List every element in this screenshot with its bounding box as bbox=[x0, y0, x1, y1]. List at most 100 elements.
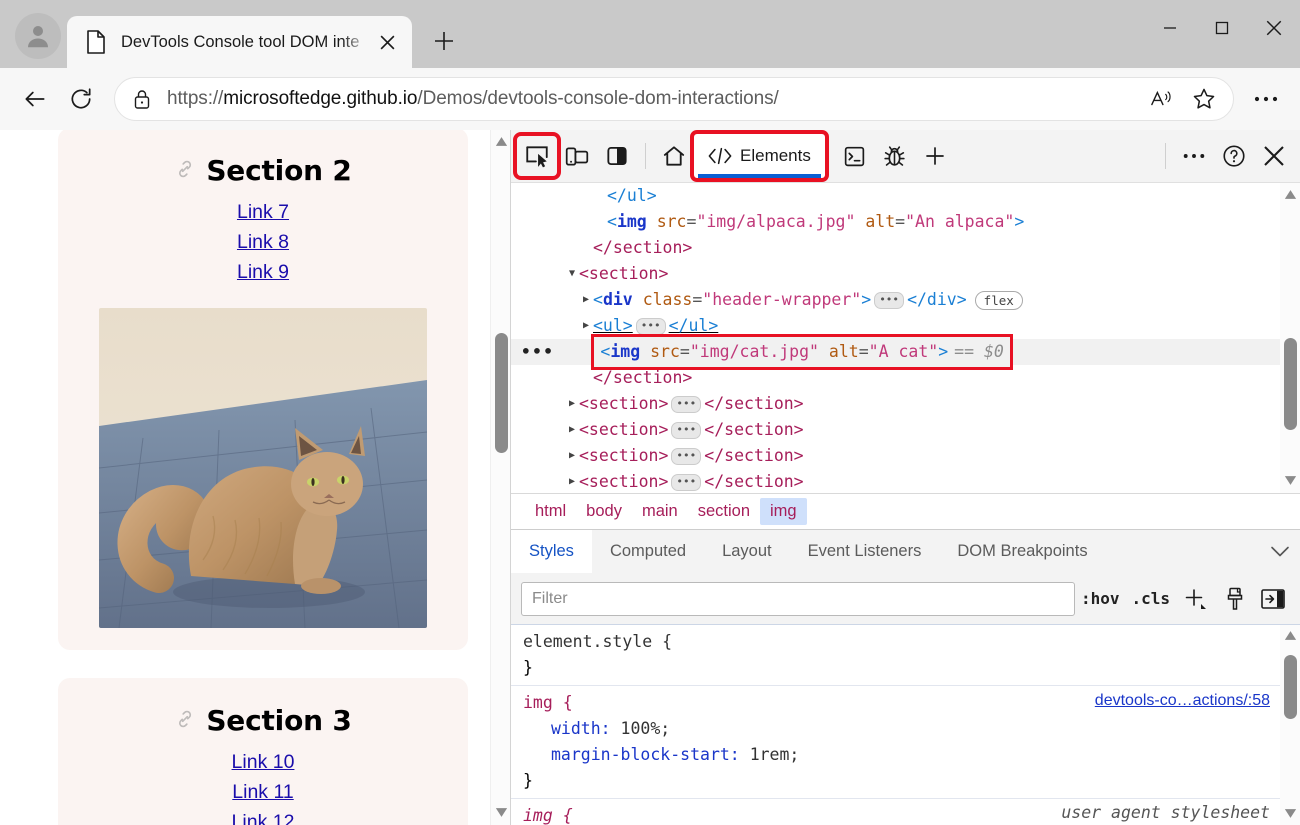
scrollbar-thumb[interactable] bbox=[495, 333, 508, 453]
breadcrumb[interactable]: htmlbodymainsectionimg bbox=[511, 493, 1300, 529]
devtools-help-button[interactable] bbox=[1214, 136, 1254, 176]
devtools-home-button[interactable] bbox=[654, 136, 694, 176]
pane-tab-event-listeners[interactable]: Event Listeners bbox=[790, 530, 940, 574]
pane-tab-styles[interactable]: Styles bbox=[511, 530, 592, 574]
new-tab-button[interactable] bbox=[424, 21, 464, 61]
styles-scrollbar[interactable] bbox=[1280, 625, 1300, 825]
tab-elements[interactable]: Elements bbox=[694, 134, 825, 178]
styles-pane[interactable]: element.style {} img { devtools-co…actions… bbox=[511, 625, 1300, 825]
css-selector[interactable]: img { bbox=[523, 693, 573, 712]
css-declaration[interactable]: margin-block-start: 1rem; bbox=[523, 742, 1300, 768]
computed-styles-sidebar-button[interactable] bbox=[1254, 579, 1292, 619]
css-rule[interactable]: element.style {} bbox=[511, 625, 1300, 686]
expand-toggle-icon[interactable]: ▶ bbox=[565, 443, 579, 469]
pane-tab-layout[interactable]: Layout bbox=[704, 530, 790, 574]
browser-settings-button[interactable] bbox=[1244, 77, 1288, 121]
dom-tree-row[interactable]: ▶<section>•••</section> bbox=[511, 391, 1280, 417]
scroll-up-arrow[interactable] bbox=[1280, 625, 1300, 645]
page-link[interactable]: Link 10 bbox=[68, 751, 458, 774]
page-link[interactable]: Link 7 bbox=[68, 201, 458, 224]
tab-sources[interactable] bbox=[875, 136, 915, 176]
scroll-up-arrow[interactable] bbox=[1280, 183, 1300, 205]
breadcrumb-item-html[interactable]: html bbox=[525, 498, 576, 525]
inspect-element-button[interactable] bbox=[517, 136, 557, 176]
scroll-down-arrow[interactable] bbox=[1280, 803, 1300, 823]
scroll-down-arrow[interactable] bbox=[1280, 469, 1300, 491]
css-rule[interactable]: img { devtools-co…actions/:58 width: 100%;… bbox=[511, 686, 1300, 799]
favorite-button[interactable] bbox=[1183, 78, 1225, 120]
window-maximize-button[interactable] bbox=[1196, 0, 1248, 56]
profile-avatar-button[interactable] bbox=[15, 13, 61, 59]
css-selector[interactable]: img { bbox=[523, 806, 573, 825]
more-tools-button[interactable] bbox=[915, 136, 955, 176]
link-anchor-icon[interactable] bbox=[174, 154, 196, 187]
row-overflow-dots[interactable]: ••• bbox=[521, 339, 554, 365]
dock-side-button[interactable] bbox=[597, 136, 637, 176]
dom-tree-row[interactable]: ▶<section>•••</section> bbox=[511, 443, 1280, 469]
pane-tabs-overflow-button[interactable] bbox=[1260, 545, 1300, 558]
devtools-more-button[interactable] bbox=[1174, 136, 1214, 176]
dom-tree-row[interactable]: ▶</section> bbox=[511, 235, 1280, 261]
dom-tree-row[interactable]: ▶<img src="img/alpaca.jpg" alt="An alpac… bbox=[511, 209, 1280, 235]
devtools-close-button[interactable] bbox=[1254, 136, 1294, 176]
site-security-button[interactable] bbox=[125, 82, 159, 116]
dom-tree-row[interactable]: •••▶<img src="img/cat.jpg" alt="A cat">=… bbox=[511, 339, 1280, 365]
read-aloud-button[interactable] bbox=[1141, 78, 1183, 120]
breadcrumb-item-img[interactable]: img bbox=[760, 498, 807, 525]
link-anchor-icon[interactable] bbox=[174, 704, 196, 737]
page-link[interactable]: Link 12 bbox=[68, 811, 458, 825]
toggle-hover-state-button[interactable]: :hov bbox=[1075, 579, 1126, 619]
window-minimize-button[interactable] bbox=[1144, 0, 1196, 56]
scroll-up-arrow[interactable] bbox=[491, 130, 510, 152]
css-property-value[interactable]: 1rem; bbox=[750, 745, 800, 764]
element-classes-pane-button[interactable] bbox=[1216, 579, 1254, 619]
css-selector[interactable]: element.style { bbox=[523, 632, 672, 651]
scrollbar-thumb[interactable] bbox=[1284, 655, 1297, 719]
css-property-name[interactable]: width: bbox=[551, 719, 621, 738]
scroll-down-arrow[interactable] bbox=[491, 801, 510, 823]
address-bar[interactable]: https://microsoftedge.github.io/Demos/de… bbox=[114, 77, 1234, 121]
dom-tree-scrollbar[interactable] bbox=[1280, 183, 1300, 493]
new-style-rule-button[interactable] bbox=[1176, 579, 1216, 619]
page-scrollbar[interactable] bbox=[490, 130, 510, 825]
dom-tree-row[interactable]: ▶<section>•••</section> bbox=[511, 469, 1280, 493]
page-link[interactable]: Link 11 bbox=[68, 781, 458, 804]
expand-toggle-icon[interactable]: ▶ bbox=[565, 469, 579, 493]
css-property-name[interactable]: margin-block-start: bbox=[551, 745, 750, 764]
css-declaration[interactable]: width: 100%; bbox=[523, 716, 1300, 742]
pane-tab-computed[interactable]: Computed bbox=[592, 530, 704, 574]
device-emulation-button[interactable] bbox=[557, 136, 597, 176]
dom-tree[interactable]: ▶</ul>▶<img src="img/alpaca.jpg" alt="An… bbox=[511, 183, 1300, 493]
dom-tree-row[interactable]: ▶<div class="header-wrapper">•••</div>fl… bbox=[511, 287, 1280, 313]
window-close-button[interactable] bbox=[1248, 0, 1300, 56]
breadcrumb-item-section[interactable]: section bbox=[688, 498, 760, 525]
expand-toggle-icon[interactable]: ▼ bbox=[565, 261, 579, 287]
stylesheet-source-link[interactable]: devtools-co…actions/:58 bbox=[1095, 692, 1270, 710]
expand-toggle-icon[interactable]: ▶ bbox=[579, 313, 593, 339]
ellipsis-icon bbox=[1182, 152, 1206, 160]
dom-tree-row[interactable]: ▼<section> bbox=[511, 261, 1280, 287]
styles-filter-input[interactable]: Filter bbox=[521, 582, 1075, 616]
dom-tree-row[interactable]: ▶</section> bbox=[511, 365, 1280, 391]
dom-tree-row[interactable]: ▶<section>•••</section> bbox=[511, 417, 1280, 443]
breadcrumb-item-body[interactable]: body bbox=[576, 498, 632, 525]
page-link[interactable]: Link 9 bbox=[68, 261, 458, 284]
tab-console[interactable] bbox=[835, 136, 875, 176]
reload-button[interactable] bbox=[58, 76, 104, 122]
expand-toggle-icon[interactable]: ▶ bbox=[565, 417, 579, 443]
expand-toggle-icon[interactable]: ▶ bbox=[565, 391, 579, 417]
back-button[interactable] bbox=[12, 76, 58, 122]
tab-close-button[interactable] bbox=[372, 27, 402, 57]
browser-tab[interactable]: DevTools Console tool DOM inte bbox=[67, 16, 412, 68]
sidebar-pane-tabs[interactable]: StylesComputedLayoutEvent ListenersDOM B… bbox=[511, 529, 1300, 573]
dom-tree-row[interactable]: ▶</ul> bbox=[511, 183, 1280, 209]
page-link[interactable]: Link 8 bbox=[68, 231, 458, 254]
pane-tab-dom-breakpoints[interactable]: DOM Breakpoints bbox=[939, 530, 1105, 574]
breadcrumb-item-main[interactable]: main bbox=[632, 498, 688, 525]
expand-toggle-icon[interactable]: ▶ bbox=[579, 287, 593, 313]
toggle-element-classes-button[interactable]: .cls bbox=[1125, 579, 1176, 619]
css-rule[interactable]: img {user agent stylesheet bbox=[511, 799, 1300, 825]
css-property-value[interactable]: 100%; bbox=[621, 719, 671, 738]
scrollbar-thumb[interactable] bbox=[1284, 338, 1297, 430]
dom-tree-row[interactable]: ▶<ul>•••</ul> bbox=[511, 313, 1280, 339]
